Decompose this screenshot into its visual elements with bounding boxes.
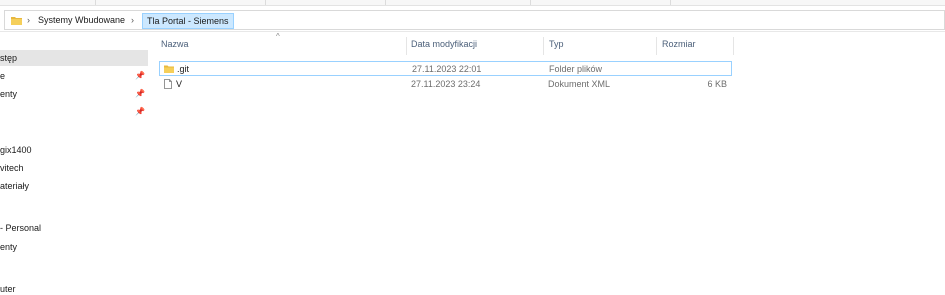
address-box[interactable]: › Systemy Wbudowane › Tla Portal - Sieme… [4, 10, 945, 30]
nav-item[interactable]: uter [0, 281, 148, 295]
pin-icon[interactable]: 📌 [135, 86, 145, 102]
column-header-size[interactable]: Rozmiar [662, 39, 696, 53]
nav-item[interactable]: gix1400 [0, 142, 148, 158]
ribbon-divider [670, 0, 671, 5]
nav-item[interactable]: ateriały [0, 178, 148, 194]
address-bar: › Systemy Wbudowane › Tla Portal - Sieme… [0, 8, 945, 32]
column-header-name[interactable]: Nazwa [161, 39, 189, 53]
nav-item[interactable]: enty [0, 239, 148, 255]
file-type: Dokument XML [548, 79, 611, 89]
file-modified: 27.11.2023 23:24 [411, 79, 481, 89]
nav-item-label: enty [0, 89, 18, 99]
breadcrumb-current[interactable]: Tla Portal - Siemens [142, 13, 234, 29]
nav-item-label: gix1400 [0, 145, 32, 155]
nav-item[interactable]: stęp [0, 50, 148, 66]
navigation-pane: stęp e 📌 enty 📌 📌 gix1400 vitech ateriał… [0, 33, 148, 295]
column-divider[interactable] [656, 37, 657, 55]
file-type: Folder plików [549, 64, 603, 74]
nav-item-label: - Personal [0, 223, 42, 233]
column-header-modified[interactable]: Data modyfikacji [411, 39, 477, 53]
sort-ascending-icon: ^ [276, 32, 280, 41]
column-divider[interactable] [733, 37, 734, 55]
file-row[interactable]: .git 27.11.2023 22:01 Folder plików [159, 61, 732, 76]
chevron-right-icon[interactable]: › [131, 15, 134, 25]
breadcrumb-item[interactable]: Systemy Wbudowane [38, 15, 125, 25]
folder-icon [11, 17, 22, 25]
file-list: ^ Nazwa Data modyfikacji Typ Rozmiar .gi… [148, 32, 945, 295]
nav-item-label: stęp [0, 53, 18, 63]
column-divider[interactable] [406, 37, 407, 55]
file-row[interactable]: V 27.11.2023 23:24 Dokument XML 6 KB [159, 77, 732, 92]
nav-item[interactable]: - Personal [0, 220, 148, 236]
ribbon-divider [530, 0, 531, 5]
nav-item[interactable]: e 📌 [0, 68, 148, 84]
ribbon-strip [0, 0, 945, 6]
ribbon-divider [95, 0, 96, 5]
ribbon-divider [265, 0, 266, 5]
chevron-right-icon[interactable]: › [27, 15, 30, 25]
file-icon [164, 79, 172, 89]
file-name: .git [177, 64, 190, 74]
nav-item-label: vitech [0, 163, 24, 173]
file-modified: 27.11.2023 22:01 [412, 64, 482, 74]
file-name: V [176, 79, 183, 89]
ribbon-divider [385, 0, 386, 5]
pin-icon[interactable]: 📌 [135, 104, 145, 120]
folder-icon [164, 65, 174, 73]
column-header-type[interactable]: Typ [549, 39, 564, 53]
column-divider[interactable] [543, 37, 544, 55]
pin-icon[interactable]: 📌 [135, 68, 145, 84]
nav-item-label: e [0, 71, 6, 81]
nav-item-label: uter [0, 284, 16, 294]
nav-item-label: enty [0, 242, 18, 252]
nav-item[interactable]: vitech [0, 160, 148, 176]
nav-item-label: ateriały [0, 181, 30, 191]
file-size: 6 KB [707, 79, 727, 89]
nav-item[interactable]: enty 📌 [0, 86, 148, 102]
nav-item[interactable]: 📌 [0, 104, 148, 120]
